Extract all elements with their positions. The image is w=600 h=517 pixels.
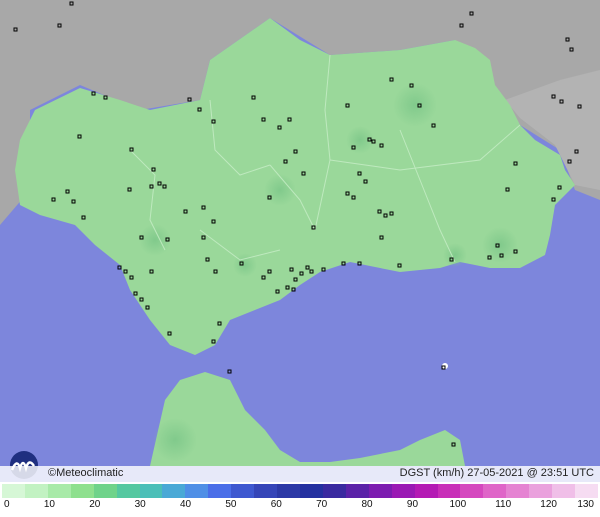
legend-tick-label: 30 (134, 499, 146, 510)
legend-color-segment (116, 484, 140, 498)
legend-color-segment (299, 484, 323, 498)
legend-tick-label: 0 (4, 499, 10, 510)
legend-color-segment (93, 484, 117, 498)
legend-color-segment (322, 484, 346, 498)
legend-color-segment (506, 484, 530, 498)
legend-color-segment (460, 484, 484, 498)
legend-color-segment (254, 484, 278, 498)
legend-tick-label: 120 (540, 499, 557, 510)
legend-tick-label: 110 (495, 499, 512, 510)
legend-tick-label: 80 (361, 499, 373, 510)
legend-color-segment (414, 484, 438, 498)
legend-color-segment (391, 484, 415, 498)
product-timestamp-label: DGST (km/h) 27-05-2021 @ 23:51 UTC (399, 467, 594, 479)
legend-tick-label: 10 (43, 499, 55, 510)
legend-tick-label: 20 (89, 499, 101, 510)
legend-color-segment (368, 484, 392, 498)
legend-tick-label: 100 (449, 499, 467, 510)
legend-tick-label: 90 (406, 499, 419, 510)
legend-color-segment (70, 484, 94, 498)
legend-color-segment (231, 484, 255, 498)
color-legend: 0 10 20 30 40 50 60 70 80 90 100 110 120 130 (0, 482, 600, 517)
legend-color-segment (185, 484, 209, 498)
legend-color-segment (277, 484, 300, 498)
legend-color-segment (139, 484, 163, 498)
legend-tick-label: 130 (577, 499, 594, 510)
legend-color-segment (162, 484, 186, 498)
legend-color-segment (208, 484, 232, 498)
legend-color-segment (437, 484, 461, 498)
legend-color-segment (529, 484, 553, 498)
legend-color-segment (2, 484, 25, 498)
legend-color-bar (2, 484, 598, 498)
legend-tick-label: 70 (316, 499, 328, 510)
weather-map (0, 0, 600, 517)
legend-color-segment (24, 484, 48, 498)
map-footer: ©Meteoclimatic DGST (km/h) 27-05-2021 @ … (0, 466, 600, 482)
legend-tick-label: 40 (179, 499, 192, 510)
legend-tick-label: 60 (270, 499, 282, 510)
legend-color-segment (552, 484, 576, 498)
legend-tick-label: 50 (225, 499, 237, 510)
legend-color-segment (483, 484, 507, 498)
copyright-label: ©Meteoclimatic (48, 467, 124, 479)
legend-color-segment (345, 484, 369, 498)
legend-color-segment (47, 484, 71, 498)
legend-color-segment (575, 484, 598, 498)
